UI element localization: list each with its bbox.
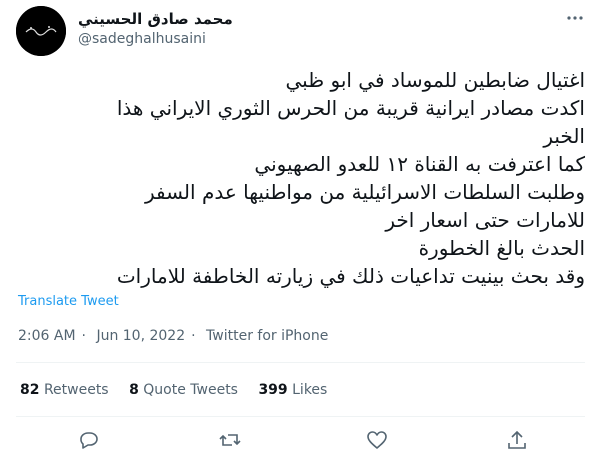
likes-label: Likes (292, 382, 328, 398)
meta-separator: · (191, 328, 196, 344)
author-block[interactable]: محمد صادق الحسيني @sadeghalhusaini (78, 9, 233, 49)
translate-tweet-link[interactable]: Translate Tweet (18, 294, 119, 309)
reply-icon[interactable] (77, 428, 101, 452)
tweet-line: كما اعترفت به القناة ١٢ للعدو الصهيوني (254, 152, 585, 176)
tweet-source[interactable]: Twitter for iPhone (206, 328, 328, 344)
quotes-count: 8 (129, 382, 139, 398)
divider (16, 416, 585, 417)
author-display-name[interactable]: محمد صادق الحسيني (78, 9, 233, 29)
divider (16, 362, 585, 363)
tweet-line: وطلبت السلطات الاسرائيلية من مواطنيها عد… (144, 180, 585, 204)
tweet-meta: 2:06 AM · Jun 10, 2022 · Twitter for iPhon… (18, 328, 334, 344)
avatar-image (16, 6, 66, 56)
tweet-line: الخبر (543, 124, 585, 148)
quote-tweets-stat[interactable]: 8 Quote Tweets (129, 382, 238, 398)
tweet-actions (0, 428, 601, 454)
tweet-line: الحدث بالغ الخطورة (418, 236, 585, 260)
tweet-line: للامارات حتى اسعار اخر (385, 208, 585, 232)
more-icon[interactable] (565, 8, 585, 28)
tweet-text: اغتيال ضابطين للموساد في ابو ظبي اكدت مص… (16, 66, 585, 290)
tweet-time[interactable]: 2:06 AM (18, 328, 76, 344)
tweet-date[interactable]: Jun 10, 2022 (96, 328, 185, 344)
retweets-count: 82 (20, 382, 40, 398)
heart-icon[interactable] (365, 428, 389, 452)
share-icon[interactable] (505, 428, 529, 452)
likes-stat[interactable]: 399 Likes (258, 382, 327, 398)
tweet-line: وقد بحث بينيت تداعيات ذلك في زيارته الخا… (116, 264, 585, 288)
tweet-line: اغتيال ضابطين للموساد في ابو ظبي (285, 68, 585, 92)
likes-count: 399 (258, 382, 288, 398)
avatar[interactable] (16, 6, 66, 56)
retweets-label: Retweets (43, 382, 109, 398)
tweet-header: محمد صادق الحسيني @sadeghalhusaini (16, 6, 585, 56)
quotes-label: Quote Tweets (143, 382, 238, 398)
author-handle[interactable]: @sadeghalhusaini (78, 29, 233, 49)
engagement-stats: 82 Retweets 8 Quote Tweets 399 Likes (20, 382, 343, 398)
meta-separator: · (81, 328, 86, 344)
tweet-line: اكدت مصادر ايرانية قريبة من الحرس الثوري… (116, 96, 585, 120)
retweets-stat[interactable]: 82 Retweets (20, 382, 109, 398)
retweet-icon[interactable] (218, 428, 242, 452)
